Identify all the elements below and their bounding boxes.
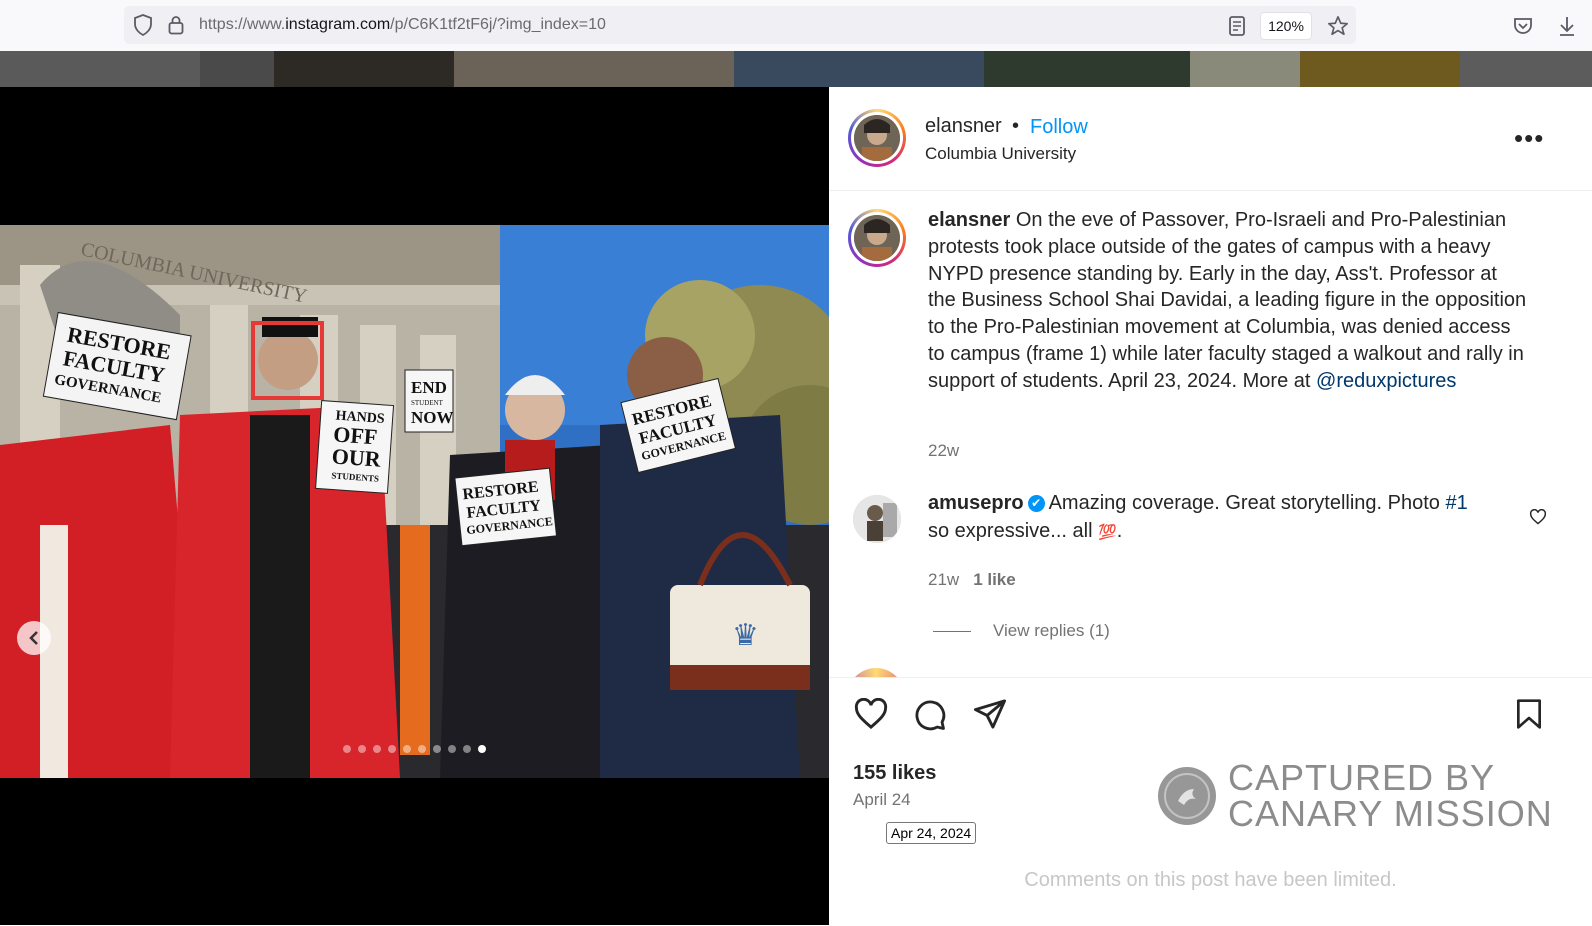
commenter-avatar[interactable] bbox=[853, 495, 901, 543]
url-path: /p/C6K1tf2tF6j/?img_index=10 bbox=[390, 16, 606, 33]
comments-section: elansner On the eve of Passover, Pro-Isr… bbox=[829, 191, 1592, 677]
bookmark-star-icon[interactable] bbox=[1326, 14, 1350, 38]
carousel-indicator bbox=[343, 745, 486, 753]
url-text[interactable]: https://www.instagram.com/p/C6K1tf2tF6j/… bbox=[199, 16, 606, 34]
comments-limited-notice: Comments on this post have been limited. bbox=[1024, 869, 1397, 891]
watermark-line1: CAPTURED BY bbox=[1228, 757, 1496, 798]
download-icon[interactable] bbox=[1556, 14, 1578, 38]
separator-dot: • bbox=[1012, 115, 1020, 137]
zoom-level-button[interactable]: 120% bbox=[1260, 12, 1312, 40]
comment-timestamp[interactable]: 21w bbox=[928, 570, 959, 589]
chevron-left-icon bbox=[29, 631, 38, 645]
post-header: elansner • Follow Columbia University ••… bbox=[829, 87, 1592, 191]
post-photo[interactable]: COLUMBIA UNIVERSITY ♛ RESTORE FACULTY GO… bbox=[0, 225, 829, 778]
post-location[interactable]: Columbia University bbox=[925, 144, 1076, 164]
share-send-icon[interactable] bbox=[972, 698, 1008, 735]
hundred-points-emoji: 💯 bbox=[1098, 524, 1117, 541]
canary-mission-watermark: CAPTURED BY CANARY MISSION bbox=[1158, 760, 1553, 832]
caption-timestamp[interactable]: 22w bbox=[928, 441, 959, 461]
canary-bird-icon bbox=[1158, 767, 1216, 825]
carousel-dot[interactable] bbox=[433, 745, 441, 753]
post-actions: 155 likes April 24 Apr 24, 2024 Comments… bbox=[829, 677, 1592, 926]
reader-view-icon[interactable] bbox=[1226, 15, 1248, 37]
author-avatar[interactable] bbox=[848, 109, 906, 167]
comment-likes[interactable]: 1 like bbox=[973, 570, 1016, 589]
caption-username[interactable]: elansner bbox=[928, 209, 1010, 231]
carousel-prev-button[interactable] bbox=[17, 621, 51, 655]
watermark-text: CAPTURED BY CANARY MISSION bbox=[1228, 760, 1553, 832]
date-tooltip: Apr 24, 2024 bbox=[886, 822, 977, 844]
next-comment-avatar[interactable] bbox=[847, 668, 905, 677]
view-replies-button[interactable]: View replies (1) bbox=[933, 621, 1110, 641]
comment-text: Amazing coverage. Great storytelling. Ph… bbox=[1048, 492, 1440, 514]
browser-toolbar: https://www.instagram.com/p/C6K1tf2tF6j/… bbox=[0, 0, 1592, 52]
post-media-panel: COLUMBIA UNIVERSITY ♛ RESTORE FACULTY GO… bbox=[0, 87, 829, 925]
caption-mention-link[interactable]: @reduxpictures bbox=[1316, 370, 1456, 392]
comment-text-block: amusepro ✔ Amazing coverage. Great storyte… bbox=[928, 489, 1488, 547]
comment-bubble-icon[interactable] bbox=[912, 698, 948, 737]
view-replies-label: View replies (1) bbox=[993, 621, 1110, 640]
post-caption: elansner On the eve of Passover, Pro-Isr… bbox=[928, 207, 1528, 395]
comment-username[interactable]: amusepro bbox=[928, 492, 1024, 514]
shield-icon[interactable] bbox=[132, 14, 154, 36]
watermark-line2: CANARY MISSION bbox=[1228, 793, 1553, 834]
carousel-dot[interactable] bbox=[343, 745, 351, 753]
lock-icon[interactable] bbox=[166, 15, 186, 35]
svg-text:♛: ♛ bbox=[732, 619, 759, 652]
carousel-dot[interactable] bbox=[373, 745, 381, 753]
pocket-icon[interactable] bbox=[1512, 16, 1534, 36]
url-prefix: https://www. bbox=[199, 16, 286, 33]
carousel-dot[interactable] bbox=[403, 745, 411, 753]
author-username[interactable]: elansner bbox=[925, 115, 1002, 138]
save-bookmark-icon[interactable] bbox=[1514, 698, 1544, 735]
sign-text: OUR bbox=[331, 443, 383, 471]
carousel-dot[interactable] bbox=[388, 745, 396, 753]
caption-text: On the eve of Passover, Pro-Israeli and … bbox=[928, 209, 1527, 392]
comment-like-heart-icon[interactable] bbox=[1529, 508, 1547, 530]
likes-count[interactable]: 155 likes bbox=[853, 762, 936, 785]
post-date[interactable]: April 24 bbox=[853, 790, 911, 810]
comment-text-continued: so expressive... all bbox=[928, 520, 1093, 542]
carousel-dot[interactable] bbox=[463, 745, 471, 753]
carousel-dot[interactable] bbox=[448, 745, 456, 753]
carousel-dot[interactable] bbox=[418, 745, 426, 753]
like-heart-icon[interactable] bbox=[853, 697, 889, 735]
carousel-dot-active[interactable] bbox=[478, 745, 486, 753]
more-options-button[interactable]: ••• bbox=[1514, 123, 1544, 154]
post-details-panel: elansner • Follow Columbia University ••… bbox=[829, 87, 1592, 926]
caption-author-avatar[interactable] bbox=[848, 209, 906, 267]
verified-badge-icon: ✔ bbox=[1027, 495, 1045, 512]
follow-button[interactable]: Follow bbox=[1030, 116, 1088, 139]
comment-end: . bbox=[1116, 520, 1123, 542]
carousel-dot[interactable] bbox=[358, 745, 366, 753]
comment-meta: 21w 1 like bbox=[928, 570, 1016, 590]
background-page-strip bbox=[0, 51, 1592, 87]
sign-text: END bbox=[411, 378, 447, 397]
sign-text: STUDENT bbox=[411, 399, 444, 407]
replies-divider bbox=[933, 630, 971, 632]
address-bar[interactable]: https://www.instagram.com/p/C6K1tf2tF6j/… bbox=[124, 6, 1356, 44]
sign-text: NOW bbox=[411, 408, 454, 427]
comment-hashtag[interactable]: #1 bbox=[1445, 492, 1467, 514]
url-domain: instagram.com bbox=[285, 16, 391, 33]
